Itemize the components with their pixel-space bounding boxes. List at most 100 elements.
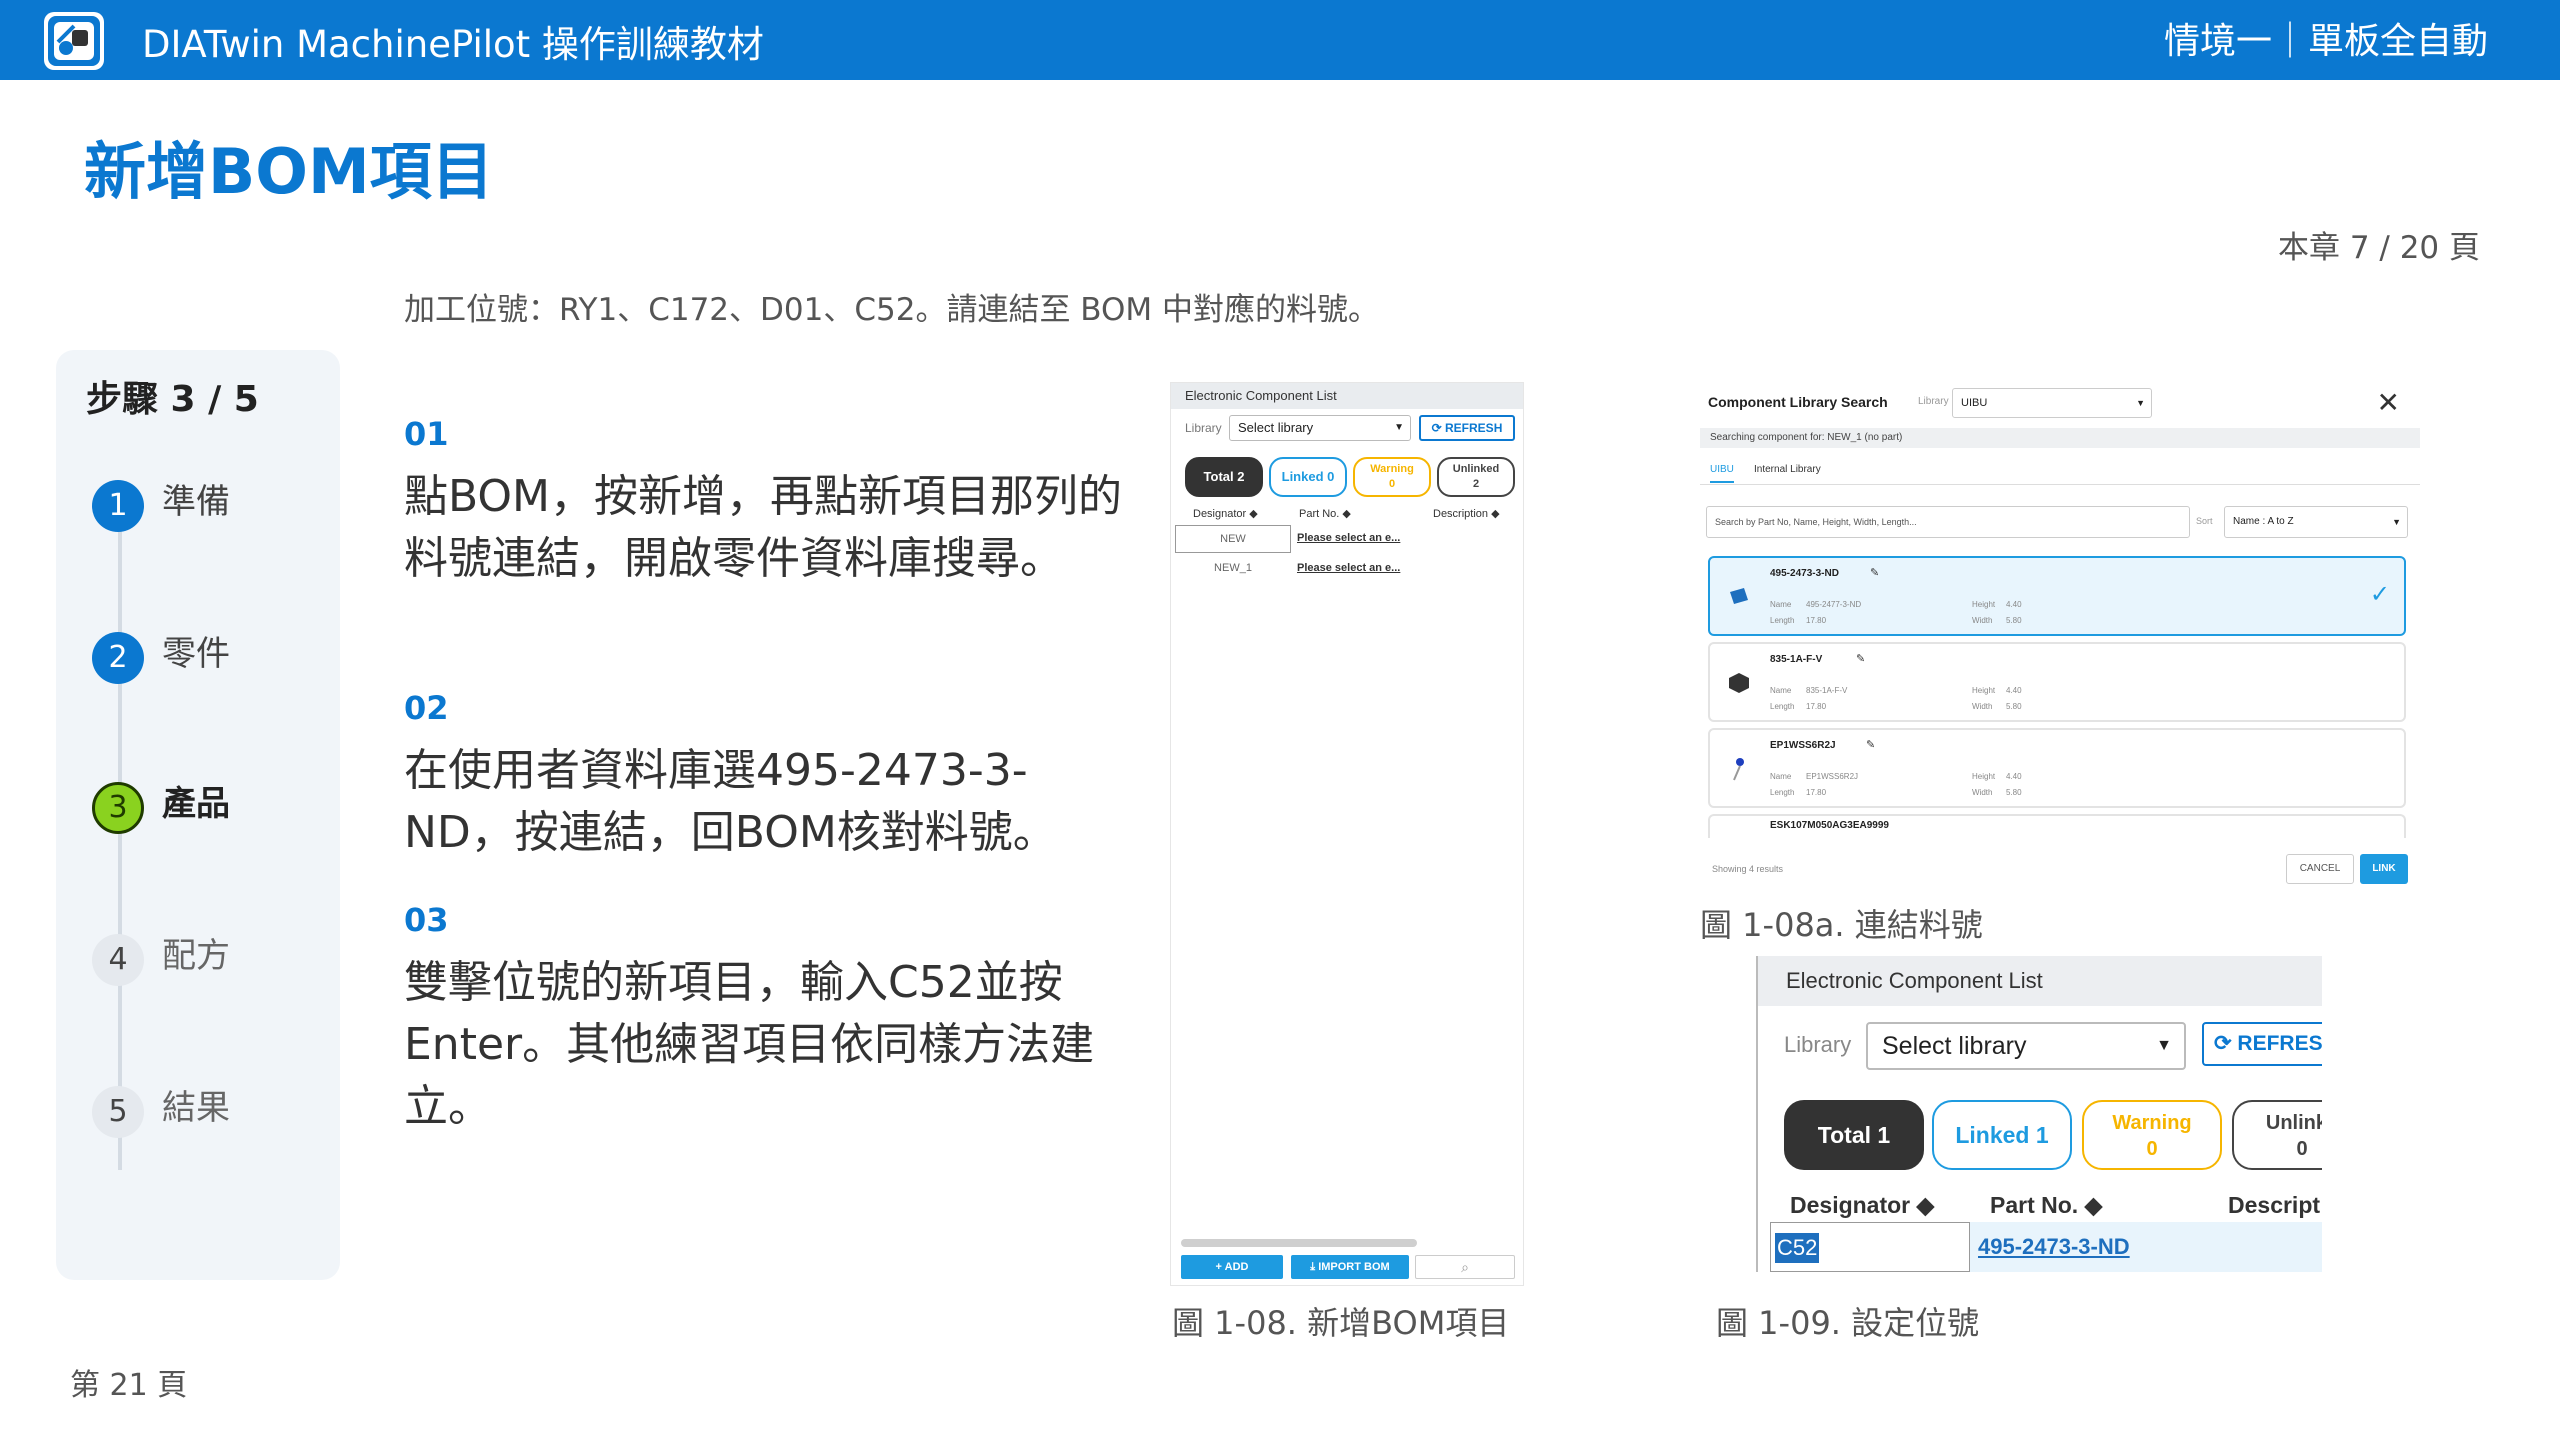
- designator-input[interactable]: C52: [1770, 1222, 1970, 1272]
- horizontal-scrollbar[interactable]: [1181, 1239, 1417, 1247]
- search-input[interactable]: Search by Part No, Name, Height, Width, …: [1706, 506, 2190, 538]
- add-button[interactable]: + ADD: [1181, 1255, 1283, 1279]
- unlinked-filter[interactable]: Unlinke 0: [2232, 1100, 2322, 1170]
- unlinked-filter[interactable]: Unlinked 2: [1437, 457, 1515, 497]
- step-number: 3: [92, 782, 144, 834]
- chevron-down-icon: ▼: [2392, 517, 2401, 527]
- block-number: 01: [404, 415, 449, 453]
- field-value: 17.80: [1806, 788, 1827, 797]
- component-card[interactable]: 495-2473-3-ND ✎ Name 495-2477-3-ND Lengt…: [1708, 556, 2406, 636]
- field-value: 4.40: [2006, 686, 2022, 695]
- field-label: Name: [1770, 686, 1792, 695]
- panel-header: Electronic Component List: [1171, 383, 1523, 409]
- step-number: 2: [92, 632, 144, 684]
- field-value: 5.80: [2006, 616, 2022, 625]
- table-header: Designator ◆ Part No. ◆ Description ◆: [1171, 505, 1523, 523]
- step-item-product[interactable]: 3 產品: [92, 778, 332, 834]
- close-icon[interactable]: ✕: [2377, 386, 2400, 419]
- linked-filter[interactable]: Linked 1: [1932, 1100, 2072, 1170]
- field-value: 4.40: [2006, 772, 2022, 781]
- sort-select-value: Name : A to Z: [2233, 516, 2294, 527]
- part-link[interactable]: 495-2473-3-ND: [1978, 1234, 2130, 1260]
- import-bom-button[interactable]: ⤓ IMPORT BOM: [1291, 1255, 1409, 1279]
- table-header: Designator ◆ Part No. ◆ Descript: [1758, 1188, 2322, 1224]
- field-label: Height: [1972, 686, 1996, 695]
- part-link[interactable]: Please select an e...: [1297, 525, 1400, 551]
- bom-list-screenshot: Electronic Component List Library Select…: [1170, 382, 1524, 1286]
- field-label: Length: [1770, 788, 1795, 797]
- component-card[interactable]: 835-1A-F-V ✎ Name 835-1A-F-V Length 17.8…: [1708, 642, 2406, 722]
- designator-cell[interactable]: NEW: [1175, 525, 1291, 553]
- unlinked-label: Unlinke: [2265, 1112, 2322, 1134]
- column-designator[interactable]: Designator ◆: [1193, 507, 1258, 520]
- step-label: 零件: [162, 634, 230, 674]
- field-label: Height: [1972, 600, 1996, 609]
- column-part-no[interactable]: Part No. ◆: [1299, 507, 1351, 520]
- block-text: 點BOM，按新增，再點新項目那列的料號連結，開啟零件資料庫搜尋。: [404, 471, 1123, 584]
- step-label: 結果: [162, 1088, 230, 1128]
- warning-filter[interactable]: Warning 0: [1353, 457, 1431, 497]
- library-select[interactable]: UIBU ▼: [1952, 388, 2152, 418]
- step-item-prepare[interactable]: 1 準備: [92, 476, 332, 532]
- component-thumbnail-icon: [1733, 758, 1744, 781]
- column-part-no[interactable]: Part No. ◆: [1990, 1192, 2102, 1219]
- refresh-button[interactable]: ⟳ REFRES: [2202, 1022, 2322, 1066]
- panel-header: Electronic Component List: [1758, 956, 2322, 1006]
- tab-internal-library[interactable]: Internal Library: [1754, 464, 1821, 475]
- warning-filter[interactable]: Warning 0: [2082, 1100, 2222, 1170]
- component-card[interactable]: EP1WSS6R2J ✎ Name EP1WSS6R2J Length 17.8…: [1708, 728, 2406, 808]
- component-thumbnail-icon: [1729, 673, 1749, 693]
- designator-cell[interactable]: NEW_1: [1175, 555, 1291, 583]
- edit-icon[interactable]: ✎: [1866, 738, 1875, 751]
- cancel-button[interactable]: CANCEL: [2286, 854, 2354, 884]
- field-value: 17.80: [1806, 616, 1827, 625]
- library-label: Library: [1185, 421, 1222, 435]
- block-number: 03: [404, 901, 449, 939]
- block-number: 02: [404, 689, 449, 727]
- library-select[interactable]: Select library ▼: [1866, 1022, 2186, 1070]
- scenario-label: 情境一｜單板全自動: [2163, 21, 2488, 62]
- step-number: 4: [92, 934, 144, 986]
- field-label: Width: [1972, 788, 1993, 797]
- sort-select[interactable]: Name : A to Z ▼: [2224, 506, 2408, 538]
- step-number: 5: [92, 1086, 144, 1138]
- table-row[interactable]: C52 495-2473-3-ND: [1770, 1222, 2322, 1272]
- library-select[interactable]: Select library ▼: [1229, 415, 1411, 441]
- warning-label: Warning: [1370, 463, 1414, 475]
- search-icon[interactable]: ⌕: [1415, 1255, 1515, 1279]
- part-number: ESK107M050AG3EA9999: [1770, 820, 1889, 831]
- unlinked-label: Unlinked: [1452, 463, 1500, 475]
- step-item-recipe[interactable]: 4 配方: [92, 930, 332, 986]
- linked-filter[interactable]: Linked 0: [1269, 457, 1347, 497]
- tab-uibu[interactable]: UIBU: [1710, 464, 1734, 483]
- part-number: EP1WSS6R2J: [1770, 740, 1836, 751]
- designator-value: C52: [1775, 1233, 1820, 1263]
- link-button[interactable]: LINK: [2360, 854, 2408, 884]
- dialog-title: Component Library Search: [1708, 394, 1888, 410]
- column-description[interactable]: Description ◆: [1433, 507, 1500, 520]
- edit-icon[interactable]: ✎: [1856, 652, 1865, 665]
- field-value: 5.80: [2006, 702, 2022, 711]
- field-value: 495-2477-3-ND: [1806, 600, 1862, 609]
- library-label: Library: [1918, 396, 1949, 407]
- warning-count: 0: [1388, 478, 1396, 490]
- column-designator[interactable]: Designator ◆: [1790, 1192, 1934, 1219]
- column-description[interactable]: Descript: [2228, 1192, 2320, 1219]
- part-link[interactable]: Please select an e...: [1297, 555, 1400, 581]
- step-label: 配方: [162, 936, 230, 976]
- total-filter[interactable]: Total 2: [1185, 457, 1263, 497]
- instruction-block: 02 在使用者資料庫選495-2473-3-ND，按連結，回BOM核對料號。: [404, 684, 1124, 864]
- step-item-result[interactable]: 5 結果: [92, 1082, 332, 1138]
- total-filter[interactable]: Total 1: [1784, 1100, 1924, 1170]
- step-item-parts[interactable]: 2 零件: [92, 628, 332, 684]
- field-label: Width: [1972, 702, 1993, 711]
- edit-icon[interactable]: ✎: [1870, 566, 1879, 579]
- refresh-button[interactable]: ⟳ REFRESH: [1419, 415, 1515, 441]
- stepper-title: 步驟 3 / 5: [86, 379, 259, 420]
- page-number: 第 21 頁: [70, 1368, 188, 1403]
- table-row[interactable]: NEW_1 Please select an e...: [1175, 555, 1521, 583]
- stepper-panel: 步驟 3 / 5 1 準備 2 零件 3 產品 4 配方 5 結果: [56, 350, 340, 1280]
- component-card[interactable]: ESK107M050AG3EA9999: [1708, 814, 2406, 838]
- check-icon: ✓: [2369, 581, 2390, 608]
- table-row[interactable]: NEW Please select an e...: [1175, 525, 1521, 553]
